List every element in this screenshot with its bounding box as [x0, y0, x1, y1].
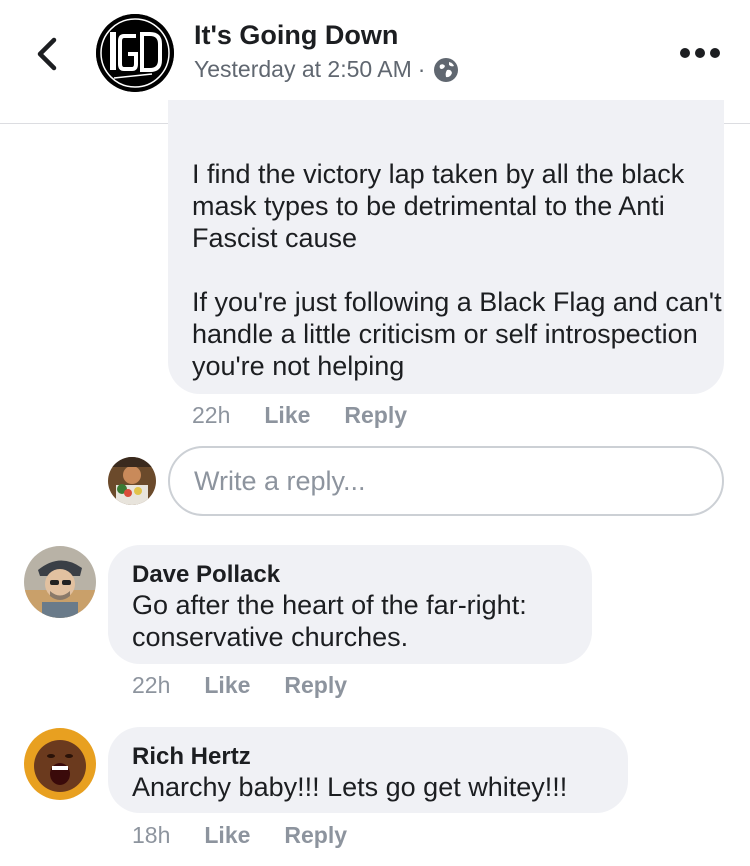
reply-input[interactable] [168, 446, 724, 516]
reply-button[interactable]: Reply [344, 402, 407, 429]
current-user-avatar [108, 457, 156, 505]
comment-text: I find the victory lap taken by all the … [192, 158, 724, 382]
comment-author[interactable]: Rich Hertz [132, 743, 251, 771]
comment-actions: 18h Like Reply [132, 822, 347, 849]
comment-time[interactable]: 18h [132, 822, 170, 849]
meta-separator: · [417, 56, 426, 82]
comment-text: Go after the heart of the far-right: con… [132, 590, 527, 652]
igd-logo-icon [96, 14, 174, 92]
commenter-avatar[interactable] [24, 728, 96, 800]
comment-time[interactable]: 22h [192, 402, 230, 429]
comment-paragraph: I find the victory lap taken by all the … [192, 159, 685, 253]
like-button[interactable]: Like [204, 822, 250, 849]
globe-icon [434, 57, 459, 82]
comment-bubble: Rich Hertz Anarchy baby!!! Lets go get w… [108, 727, 628, 813]
like-button[interactable]: Like [204, 672, 250, 699]
avatar-image [24, 546, 96, 618]
back-button[interactable] [30, 34, 66, 74]
reply-button[interactable]: Reply [284, 822, 347, 849]
avatar-image [108, 457, 156, 505]
more-dots-icon [680, 48, 690, 58]
chevron-left-icon [37, 37, 57, 71]
comment-bubble: Dave Pollack Go after the heart of the f… [108, 545, 592, 664]
comment-text: Anarchy baby!!! Lets go get whitey!!! [132, 772, 568, 802]
like-button[interactable]: Like [264, 402, 310, 429]
reply-button[interactable]: Reply [284, 672, 347, 699]
comment-actions: 22h Like Reply [192, 402, 407, 429]
avatar-image [24, 728, 96, 800]
post-meta: Yesterday at 2:50 AM · [194, 56, 459, 83]
comment-time[interactable]: 22h [132, 672, 170, 699]
commenter-avatar[interactable] [24, 546, 96, 618]
comment-actions: 22h Like Reply [132, 672, 347, 699]
comment-author[interactable]: Dave Pollack [132, 561, 280, 589]
page-avatar[interactable] [96, 14, 174, 92]
page-name[interactable]: It's Going Down [194, 20, 398, 51]
comment-paragraph: If you're just following a Black Flag an… [192, 287, 722, 381]
more-options-button[interactable] [680, 46, 720, 60]
post-timestamp[interactable]: Yesterday at 2:50 AM [194, 56, 412, 83]
comment-bubble: I find the victory lap taken by all the … [168, 100, 724, 394]
